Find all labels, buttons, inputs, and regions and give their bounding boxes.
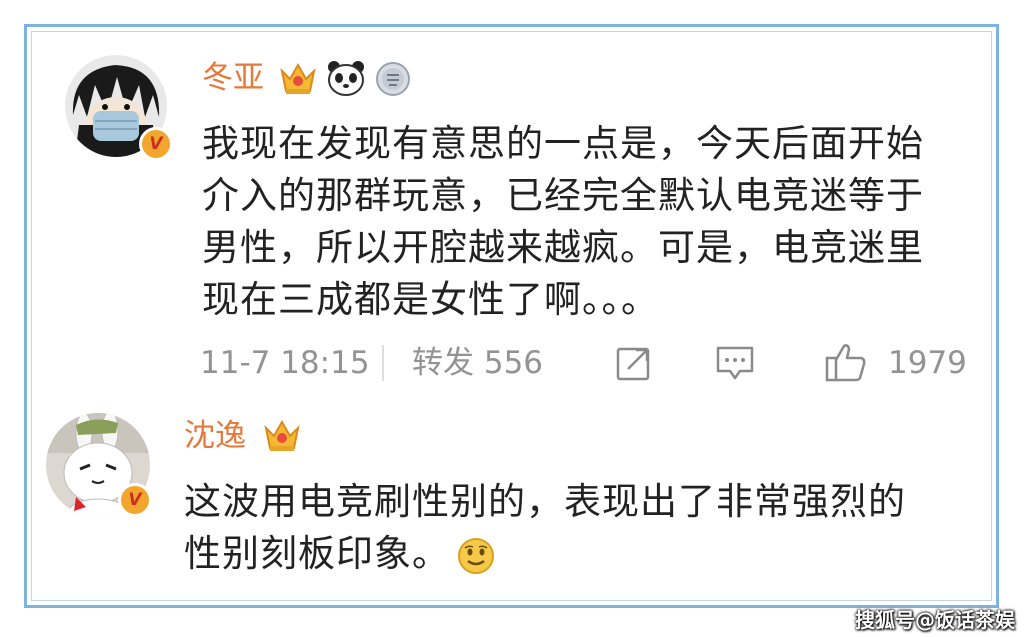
crown-badge-icon <box>280 62 316 94</box>
comment-1-line-1: 我现在发现有意思的一点是，今天后面开始 <box>202 122 924 165</box>
comment-2-line-2-text: 性别刻板印象。 <box>184 532 450 575</box>
username-1[interactable]: 冬亚 <box>202 58 264 98</box>
repost-label: 转发 <box>412 345 474 381</box>
comment-1-line-4: 现在三成都是女性了啊。。。 <box>202 278 659 321</box>
watermark: 搜狐号@饭话茶娱 <box>855 608 1015 632</box>
meta-divider <box>382 345 384 381</box>
avatar-user-1[interactable]: V <box>65 55 173 161</box>
like-icon[interactable] <box>824 340 868 384</box>
smile-emoji-icon <box>458 537 494 574</box>
like-count: 1979 <box>888 345 967 381</box>
comment-body-1: 我现在发现有意思的一点是，今天后面开始 介入的那群玩意，已经完全默认电竞迷等于 … <box>202 118 924 326</box>
username-2[interactable]: 沈逸 <box>184 416 246 456</box>
panda-badge-icon <box>328 61 364 96</box>
repost-button[interactable]: 转发 556 <box>412 343 543 383</box>
comment-1-line-2: 介入的那群玩意，已经完全默认电竞迷等于 <box>202 174 924 217</box>
comment-2-line-2: 性别刻板印象。 <box>184 528 906 580</box>
medal-badge-icon <box>376 62 410 96</box>
avatar-user-2[interactable]: V <box>46 413 152 517</box>
timestamp: 11-7 18:15 <box>200 345 370 381</box>
crown-badge-icon <box>264 419 300 451</box>
repost-icon[interactable] <box>614 343 654 383</box>
repost-count: 556 <box>483 345 544 381</box>
comment-icon[interactable] <box>714 343 756 383</box>
comment-body-2: 这波用电竞刷性别的，表现出了非常强烈的 性别刻板印象。 <box>184 476 906 580</box>
comment-1-line-3: 男性，所以开腔越来越疯。可是，电竞迷里 <box>202 226 924 269</box>
verified-badge-icon: V <box>139 127 173 161</box>
verified-badge-icon: V <box>118 483 152 517</box>
comment-2-line-1: 这波用电竞刷性别的，表现出了非常强烈的 <box>184 480 906 523</box>
